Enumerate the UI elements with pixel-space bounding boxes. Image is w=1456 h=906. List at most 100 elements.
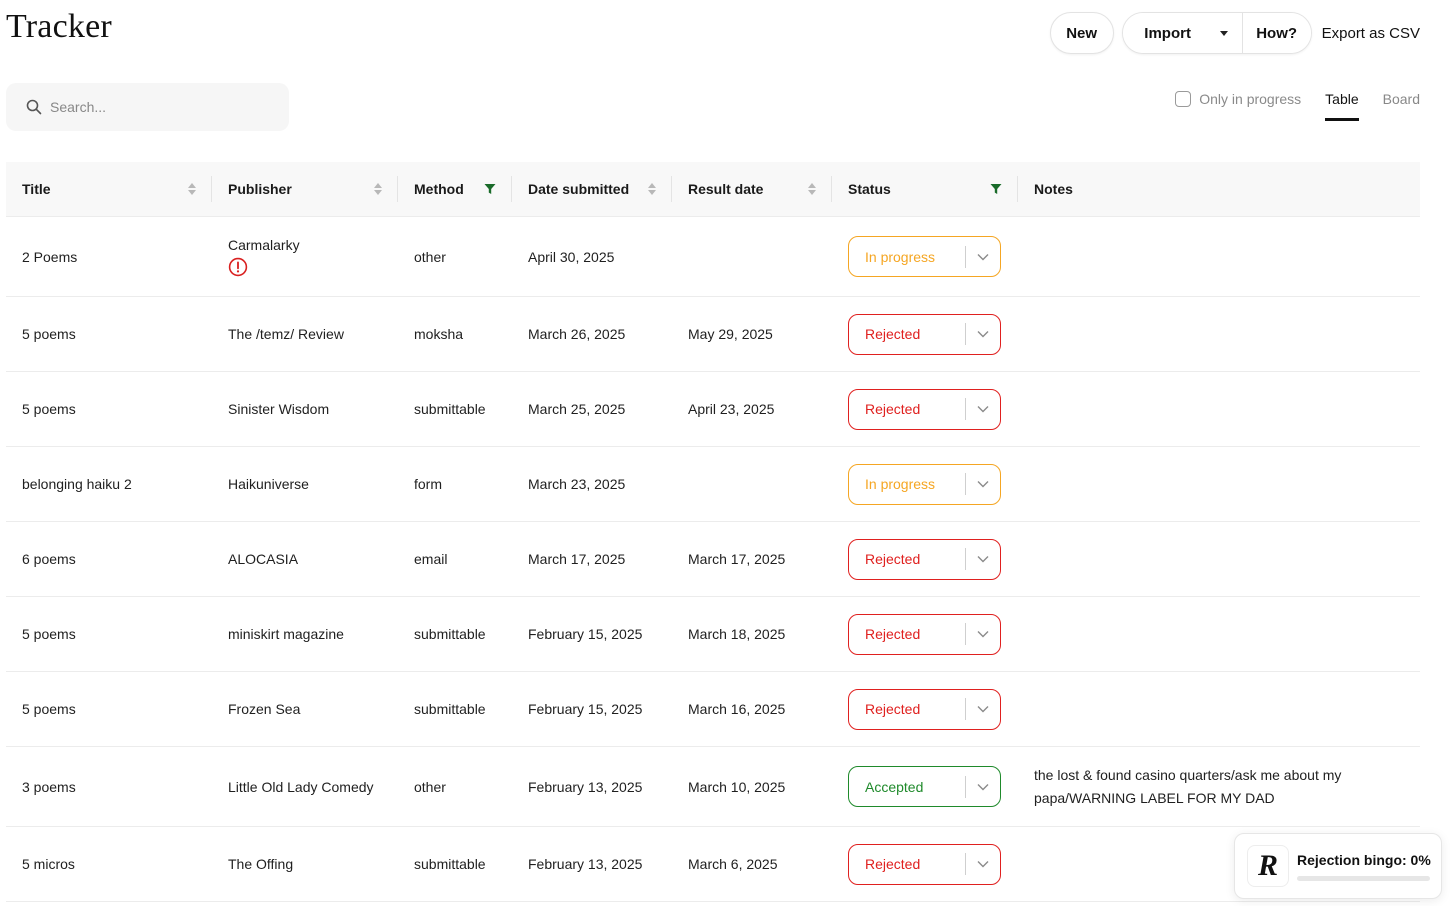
- search-box: [6, 83, 289, 131]
- rejection-bingo-widget[interactable]: R Rejection bingo: 0%: [1234, 833, 1442, 899]
- cell-title: belonging haiku 2: [22, 476, 132, 492]
- cell-publisher: The Offing: [228, 856, 294, 872]
- cell-notes: the lost & found casino quarters/ask me …: [1034, 766, 1342, 806]
- bingo-label: Rejection bingo: 0%: [1297, 851, 1431, 868]
- cell-method: submittable: [414, 701, 486, 717]
- tab-board[interactable]: Board: [1383, 86, 1420, 121]
- chevron-down-icon: [977, 861, 989, 868]
- cell-publisher: The /temz/ Review: [228, 326, 344, 342]
- cell-method: form: [414, 476, 442, 492]
- column-header-publisher[interactable]: Publisher: [212, 162, 398, 216]
- only-in-progress-label: Only in progress: [1199, 91, 1302, 107]
- import-dropdown-toggle[interactable]: [1206, 13, 1243, 53]
- column-header-notes: Notes: [1034, 181, 1073, 197]
- chevron-down-icon: [977, 706, 989, 713]
- cell-method: email: [414, 551, 448, 567]
- table-row[interactable]: 5 micros The Offing submittable February…: [6, 827, 1420, 902]
- status-select[interactable]: Rejected: [848, 388, 1001, 430]
- cell-date-submitted: February 13, 2025: [528, 856, 643, 872]
- status-label: In progress: [865, 248, 936, 265]
- filter-icon[interactable]: [484, 183, 496, 195]
- filter-icon[interactable]: [990, 183, 1002, 195]
- column-header-status[interactable]: Status: [832, 162, 1018, 216]
- cell-date-submitted: March 17, 2025: [528, 551, 626, 567]
- search-input[interactable]: [50, 99, 270, 115]
- column-header-title[interactable]: Title: [6, 162, 212, 216]
- cell-title: 5 poems: [22, 626, 76, 642]
- sort-icon[interactable]: [374, 183, 382, 195]
- table-header: Title Publisher Method Date submitted Re…: [6, 162, 1420, 217]
- status-select[interactable]: In progress: [848, 463, 1001, 505]
- cell-title: 2 Poems: [22, 248, 78, 265]
- cell-date-submitted: March 23, 2025: [528, 476, 626, 492]
- import-button[interactable]: Import: [1122, 13, 1207, 53]
- cell-publisher: Carmalarky: [212, 237, 398, 277]
- cell-status: In progress: [832, 463, 1018, 505]
- status-select[interactable]: Rejected: [848, 538, 1001, 580]
- cell-title: 3 poems: [22, 778, 76, 795]
- cell-title: 5 poems: [22, 701, 76, 717]
- status-select[interactable]: Accepted: [848, 766, 1001, 807]
- cell-date-submitted: March 25, 2025: [528, 401, 626, 417]
- only-in-progress-checkbox[interactable]: [1175, 91, 1192, 107]
- table-row[interactable]: 5 poems The /temz/ Review moksha March 2…: [6, 297, 1420, 372]
- alert-circle-icon[interactable]: [228, 257, 248, 277]
- status-select[interactable]: Rejected: [848, 688, 1001, 730]
- cell-publisher: ALOCASIA: [228, 551, 299, 567]
- status-select[interactable]: Rejected: [848, 613, 1001, 655]
- cell-title: 6 poems: [22, 551, 76, 567]
- cell-result-date: March 16, 2025: [688, 701, 786, 717]
- how-button[interactable]: How?: [1242, 13, 1311, 53]
- cell-date-submitted: February 15, 2025: [528, 626, 643, 642]
- status-label: Rejected: [865, 401, 921, 417]
- search-icon: [26, 99, 42, 115]
- sort-icon[interactable]: [648, 183, 656, 195]
- cell-publisher: Frozen Sea: [228, 701, 301, 717]
- bingo-progress-bar: [1297, 875, 1430, 881]
- cell-publisher: Little Old Lady Comedy: [228, 778, 374, 795]
- status-label: Rejected: [865, 856, 921, 872]
- cell-method: other: [414, 248, 446, 265]
- table-row[interactable]: belonging haiku 2 Haikuniverse form Marc…: [6, 447, 1420, 522]
- cell-status: Rejected: [832, 538, 1018, 580]
- status-select[interactable]: Rejected: [848, 313, 1001, 355]
- status-select[interactable]: Rejected: [848, 843, 1001, 885]
- column-header-result-date[interactable]: Result date: [672, 162, 832, 216]
- app-title: Tracker: [6, 8, 112, 45]
- new-button[interactable]: New: [1049, 12, 1114, 54]
- sort-icon[interactable]: [808, 183, 816, 195]
- table-row[interactable]: 5 poems miniskirt magazine submittable F…: [6, 597, 1420, 672]
- table-row[interactable]: 3 poems Little Old Lady Comedy other Feb…: [6, 747, 1420, 827]
- table-row[interactable]: 5 poems Sinister Wisdom submittable Marc…: [6, 372, 1420, 447]
- status-label: Rejected: [865, 326, 921, 342]
- column-header-method[interactable]: Method: [398, 162, 512, 216]
- status-label: Rejected: [865, 551, 921, 567]
- cell-method: other: [414, 778, 446, 795]
- cell-date-submitted: April 30, 2025: [528, 248, 615, 265]
- cell-publisher: miniskirt magazine: [228, 626, 344, 642]
- tab-table[interactable]: Table: [1325, 86, 1360, 121]
- chevron-down-icon: [977, 631, 989, 638]
- chevron-down-icon: [977, 481, 989, 488]
- column-header-date-submitted[interactable]: Date submitted: [512, 162, 672, 216]
- bingo-logo: R: [1247, 845, 1289, 887]
- view-controls: Only in progress Table Board: [1175, 86, 1420, 121]
- cell-title: 5 poems: [22, 326, 76, 342]
- status-label: Rejected: [865, 626, 921, 642]
- status-label: Rejected: [865, 701, 921, 717]
- table-row[interactable]: 6 poems ALOCASIA email March 17, 2025 Ma…: [6, 522, 1420, 597]
- cell-title: 5 poems: [22, 401, 76, 417]
- export-csv-link[interactable]: Export as CSV: [1320, 25, 1420, 42]
- cell-publisher: Sinister Wisdom: [228, 401, 330, 417]
- table-row[interactable]: 5 poems Frozen Sea submittable February …: [6, 672, 1420, 747]
- cell-status: Accepted: [832, 766, 1018, 807]
- cell-date-submitted: February 15, 2025: [528, 701, 643, 717]
- cell-status: Rejected: [832, 613, 1018, 655]
- table-row[interactable]: 2 Poems Carmalarky other April 30, 2025 …: [6, 217, 1420, 297]
- sort-icon[interactable]: [188, 183, 196, 195]
- status-label: Accepted: [865, 778, 924, 795]
- only-in-progress-toggle[interactable]: Only in progress: [1175, 91, 1301, 107]
- cell-status: Rejected: [832, 388, 1018, 430]
- status-select[interactable]: In progress: [848, 236, 1001, 277]
- chevron-down-icon: [977, 556, 989, 563]
